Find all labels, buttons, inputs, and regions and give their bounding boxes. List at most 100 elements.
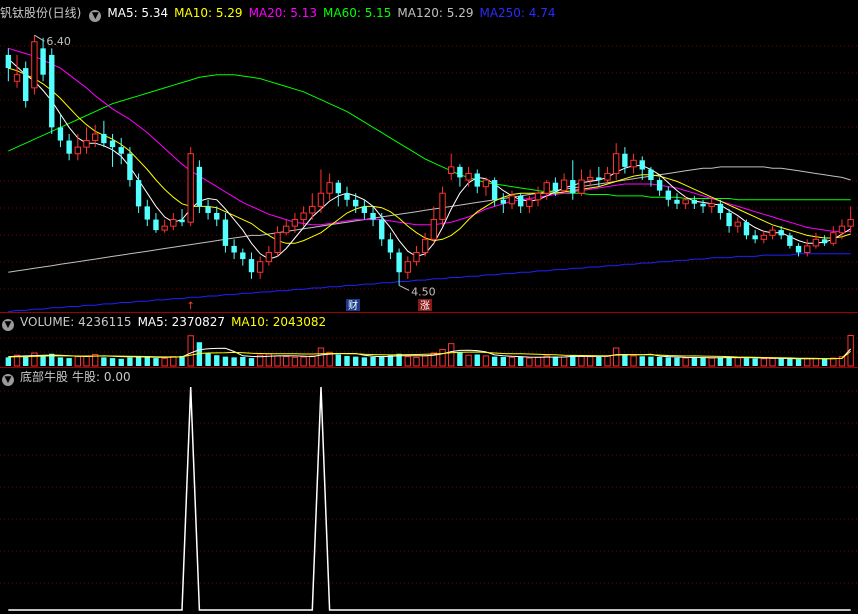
candle-body bbox=[838, 225, 846, 234]
volume-bar bbox=[127, 357, 133, 366]
volume-bar bbox=[283, 356, 290, 367]
volume-bar bbox=[300, 356, 307, 367]
candle-body bbox=[830, 232, 837, 244]
volume-bar bbox=[682, 357, 689, 367]
volume-bar bbox=[534, 356, 542, 367]
volume-bar bbox=[101, 357, 107, 366]
candle-body bbox=[639, 160, 645, 170]
candle-body bbox=[508, 195, 516, 205]
volume-bar bbox=[404, 356, 411, 367]
low-leader bbox=[398, 284, 410, 291]
volume-bar bbox=[700, 357, 706, 366]
volume-bar bbox=[5, 357, 12, 366]
candle-body bbox=[804, 245, 811, 253]
candle-body bbox=[274, 232, 281, 253]
volume-bar bbox=[379, 355, 385, 366]
candle-body bbox=[613, 153, 620, 174]
candle-body bbox=[543, 182, 550, 194]
candle-body bbox=[344, 193, 350, 200]
candle-body bbox=[500, 199, 507, 204]
candle-body bbox=[769, 229, 776, 236]
volume-bar bbox=[109, 358, 116, 366]
candle-body bbox=[291, 219, 299, 227]
candle-body bbox=[179, 219, 185, 223]
volume-bar bbox=[578, 355, 585, 367]
candle-body bbox=[787, 235, 793, 246]
volume-bar bbox=[648, 356, 654, 366]
candle-body bbox=[66, 140, 72, 154]
candle-body bbox=[578, 179, 585, 194]
candle-body bbox=[222, 219, 229, 246]
candle-body bbox=[118, 147, 124, 154]
volume-bar bbox=[639, 356, 645, 366]
volume-bar bbox=[31, 352, 38, 367]
volume-bar bbox=[526, 357, 533, 367]
indicator-line bbox=[8, 386, 851, 611]
candle-body bbox=[596, 177, 602, 181]
volume-bar bbox=[804, 358, 811, 367]
candle-body bbox=[665, 190, 671, 200]
volume-bar bbox=[187, 335, 194, 367]
candle-body bbox=[5, 54, 12, 69]
chart-canvas[interactable]: 6.40 4.50 ↑ 财 涨 bbox=[0, 0, 858, 614]
candle-body bbox=[552, 182, 559, 191]
volume-bar bbox=[778, 358, 784, 366]
volume-bar bbox=[144, 357, 150, 366]
volume-bar bbox=[83, 355, 90, 367]
volume-bar bbox=[717, 357, 724, 366]
candle-body bbox=[778, 230, 784, 236]
candle-body bbox=[370, 212, 376, 220]
volume-bar bbox=[656, 357, 663, 366]
volume-bar bbox=[491, 356, 498, 366]
volume-bar bbox=[40, 355, 46, 366]
volume-bar bbox=[153, 358, 159, 366]
volume-bar bbox=[769, 357, 776, 367]
low-price-label: 4.50 bbox=[411, 285, 436, 298]
candle-body bbox=[604, 172, 611, 181]
volume-bar bbox=[604, 355, 611, 367]
candle-body bbox=[13, 74, 21, 82]
volume-bar bbox=[265, 353, 273, 367]
candle-body bbox=[682, 199, 689, 205]
volume-bar bbox=[613, 347, 620, 367]
candle-body bbox=[812, 238, 820, 247]
ma5-line bbox=[7, 58, 851, 260]
zhang-marker: 涨 bbox=[420, 300, 430, 312]
candle-body bbox=[534, 192, 542, 201]
candle-body bbox=[40, 48, 46, 75]
volume-bar bbox=[231, 357, 237, 366]
candle-body bbox=[457, 166, 463, 178]
volume-bar bbox=[222, 356, 229, 366]
volume-bar bbox=[274, 355, 281, 367]
volume-bar bbox=[500, 357, 507, 366]
volume-bar bbox=[622, 354, 628, 366]
ma20-line bbox=[8, 47, 851, 232]
candle-body bbox=[23, 68, 29, 102]
volume-bar bbox=[240, 357, 246, 366]
volume-bar bbox=[517, 356, 524, 366]
candle-body bbox=[170, 219, 177, 227]
volume-bar bbox=[586, 356, 594, 367]
volume-bar bbox=[448, 343, 455, 367]
candle-body bbox=[491, 180, 498, 200]
candle-body bbox=[717, 203, 724, 213]
volume-bar bbox=[421, 355, 429, 367]
volume-bar bbox=[830, 357, 837, 367]
candle-body bbox=[144, 206, 150, 220]
volume-bar bbox=[439, 348, 446, 367]
candle-body bbox=[439, 192, 446, 221]
volume-bar bbox=[344, 355, 350, 366]
candle-body bbox=[387, 239, 394, 253]
volume-bar bbox=[352, 356, 359, 366]
candle-body bbox=[161, 225, 168, 231]
candle-body bbox=[309, 205, 316, 214]
volume-bar bbox=[674, 357, 680, 366]
candle-body bbox=[153, 219, 159, 231]
volume-bar bbox=[508, 356, 516, 367]
candle-body bbox=[404, 261, 411, 273]
volume-bar bbox=[74, 356, 82, 367]
candle-body bbox=[821, 239, 828, 244]
candle-body bbox=[726, 212, 732, 227]
volume-bar bbox=[66, 358, 72, 366]
volume-bar bbox=[465, 354, 472, 367]
